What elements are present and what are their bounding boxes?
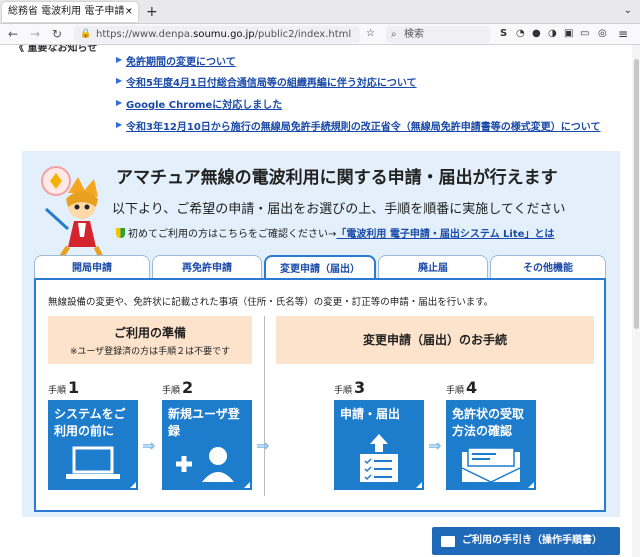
page-heading: アマチュア無線の電波利用に関する申請・届出が行えます bbox=[116, 168, 558, 188]
step-label-1: 手順 1 bbox=[48, 378, 80, 397]
step-arrow: ⇒ bbox=[256, 436, 270, 455]
url-domain: soumu.go.jp bbox=[193, 29, 255, 40]
close-tab-icon[interactable]: × bbox=[125, 2, 133, 22]
news-header: 《 重要なお知らせ bbox=[14, 45, 98, 54]
account-icon[interactable]: ◎ bbox=[598, 27, 607, 41]
page-scrollbar[interactable] bbox=[632, 45, 640, 557]
book-icon bbox=[441, 536, 455, 547]
news-link[interactable]: 令和3年12月10日から施行の無線局免許手続規則の改正省令（無線局免許申請書等の… bbox=[126, 118, 601, 133]
extension-s-icon[interactable]: S bbox=[500, 27, 507, 41]
step-4-button[interactable]: 免許状の受取方法の確認 bbox=[446, 400, 536, 490]
tab-relicense[interactable]: 再免許申請 bbox=[152, 255, 262, 279]
step-3-label: 申請・届出 bbox=[340, 407, 401, 421]
step-4-label: 免許状の受取方法の確認 bbox=[452, 407, 525, 438]
add-user-icon bbox=[176, 447, 234, 482]
step-label-4: 手順 4 bbox=[446, 378, 478, 397]
lock-icon: 🔒 bbox=[80, 29, 92, 39]
laptop-icon bbox=[66, 446, 120, 479]
procedure-tabs: 開局申請 再免許申請 変更申請（届出） 廃止届 その他機能 bbox=[34, 255, 606, 281]
bookmark-star-icon[interactable]: ☆ bbox=[366, 27, 375, 41]
user-manual-label: ご利用の手引き（操作手順書） bbox=[462, 535, 602, 546]
scrollbar-thumb[interactable] bbox=[634, 59, 639, 329]
back-icon[interactable]: ← bbox=[8, 26, 18, 42]
browser-tab-bar: 総務省 電波利用 電子申請・ × + ⌄ bbox=[0, 0, 640, 24]
tab-title: 総務省 電波利用 電子申請・ bbox=[8, 6, 135, 17]
page-subheading: 以下より、ご希望の申請・届出をお選びの上、手順を順番に実施してください bbox=[112, 202, 566, 217]
extension-icon[interactable]: ◔ bbox=[516, 27, 525, 41]
step-label-3: 手順 3 bbox=[334, 378, 366, 397]
browser-nav-bar: ← → ↻ 🔒 https://www.denpa.soumu.go.jp/pu… bbox=[0, 24, 640, 45]
preparation-header: ご利用の準備 ※ユーザ登録済の方は手順２は不要です bbox=[48, 316, 252, 364]
url-prefix: https://www.denpa. bbox=[96, 29, 194, 40]
news-link[interactable]: Google Chromeに対応しました bbox=[126, 96, 282, 111]
page-content: 《 重要なお知らせ ▶ 免許期間の変更について ▶ 令和5年度4月1日付総合通信… bbox=[0, 45, 640, 557]
folder-icon[interactable]: ▭ bbox=[580, 27, 589, 41]
mascot-illustration bbox=[41, 166, 105, 261]
step-2-button[interactable]: 新規ユーザ登録 bbox=[162, 400, 252, 490]
tab-new-station[interactable]: 開局申請 bbox=[34, 255, 150, 279]
bullet-icon: ▶ bbox=[116, 55, 123, 64]
first-time-text: 初めてご利用の方はこちらをご確認ください→ bbox=[128, 229, 337, 240]
step-label-2: 手順 2 bbox=[162, 378, 194, 397]
beginner-mark-icon bbox=[116, 228, 125, 238]
news-link[interactable]: 免許期間の変更について bbox=[126, 53, 236, 68]
step-2-label: 新規ユーザ登録 bbox=[168, 407, 240, 438]
tab-other-functions[interactable]: その他機能 bbox=[490, 255, 606, 279]
first-time-notice: 初めてご利用の方はこちらをご確認ください→「電波利用 電子申請・届出システム L… bbox=[116, 225, 554, 240]
step-3-button[interactable]: 申請・届出 bbox=[334, 400, 424, 490]
tab-list-icon[interactable]: ⌄ bbox=[624, 5, 632, 16]
new-tab-button[interactable]: + bbox=[146, 2, 158, 22]
bullet-icon: ▶ bbox=[116, 120, 123, 129]
browser-tab[interactable]: 総務省 電波利用 電子申請・ × bbox=[2, 2, 138, 22]
user-manual-button[interactable]: ご利用の手引き（操作手順書） bbox=[432, 527, 620, 555]
section-divider bbox=[264, 316, 265, 496]
search-input[interactable]: ⌕ 検索 bbox=[386, 26, 490, 43]
bullet-icon: ▶ bbox=[116, 76, 123, 85]
lite-system-link[interactable]: 「電波利用 電子申請・届出システム Lite」とは bbox=[336, 229, 554, 240]
procedure-card: 無線設備の変更や、免許状に記載された事項（住所・氏名等）の変更・訂正等の申請・届… bbox=[34, 278, 606, 512]
license-envelope-icon bbox=[461, 447, 521, 483]
url-path: /public2/index.html bbox=[254, 29, 352, 40]
tab-abolition[interactable]: 廃止届 bbox=[378, 255, 488, 279]
step-1-label: システムをご利用の前に bbox=[54, 407, 126, 438]
reload-icon[interactable]: ↻ bbox=[52, 26, 62, 42]
search-icon: ⌕ bbox=[391, 29, 397, 40]
preparation-title: ご利用の準備 bbox=[113, 326, 186, 340]
procedure-header: 変更申請（届出）のお手続 bbox=[276, 316, 594, 364]
news-link[interactable]: 令和5年度4月1日付総合通信局等の組織再編に伴う対応について bbox=[126, 74, 417, 89]
save-icon[interactable]: ▣ bbox=[564, 27, 573, 41]
step-arrow: ⇒ bbox=[142, 436, 156, 455]
menu-icon[interactable]: ≡ bbox=[618, 27, 628, 41]
step-arrow: ⇒ bbox=[428, 436, 442, 455]
search-placeholder: 検索 bbox=[404, 29, 424, 40]
preparation-note: ※ユーザ登録済の方は手順２は不要です bbox=[69, 347, 231, 357]
step-1-button[interactable]: システムをご利用の前に bbox=[48, 400, 138, 490]
extension-icon[interactable]: ● bbox=[532, 27, 541, 41]
extension-icon[interactable]: ◑ bbox=[548, 27, 557, 41]
url-bar[interactable]: 🔒 https://www.denpa.soumu.go.jp/public2/… bbox=[74, 26, 360, 43]
forward-icon[interactable]: → bbox=[30, 26, 40, 42]
procedure-description: 無線設備の変更や、免許状に記載された事項（住所・氏名等）の変更・訂正等の申請・届… bbox=[48, 297, 494, 308]
upload-document-icon bbox=[360, 434, 398, 482]
bullet-icon: ▶ bbox=[116, 98, 123, 107]
